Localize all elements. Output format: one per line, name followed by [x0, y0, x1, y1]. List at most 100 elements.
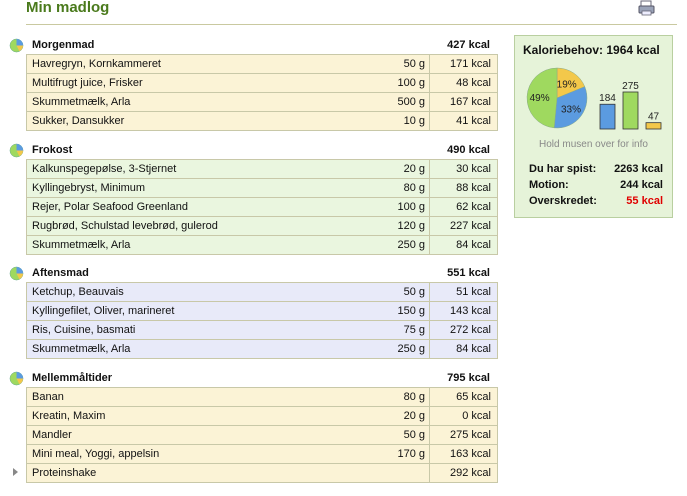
food-row[interactable]: Havregryn, Kornkammeret 50 g 171 kcal — [27, 55, 497, 74]
food-row[interactable]: Proteinshake 292 kcal — [13, 464, 497, 483]
food-kcal: 84 kcal — [456, 343, 491, 355]
food-name: Sukker, Dansukker — [32, 115, 125, 127]
column-divider — [429, 179, 430, 197]
exercise-label: Motion: — [529, 179, 569, 191]
calorie-bar-chart[interactable]: 184 275 47 — [595, 74, 665, 132]
calorie-need-title: Kaloriebehov: 1964 kcal — [523, 43, 660, 57]
food-name: Ris, Cuisine, basmati — [32, 324, 136, 336]
food-row[interactable]: Rugbrød, Schulstad levebrød, gulerod 120 … — [27, 217, 497, 236]
exceeded-value: 55 kcal — [626, 195, 663, 207]
food-kcal: 30 kcal — [456, 163, 491, 175]
column-divider — [429, 236, 430, 254]
column-divider — [429, 407, 430, 425]
food-row[interactable]: Kyllingebryst, Minimum 80 g 88 kcal — [27, 179, 497, 198]
food-row[interactable]: Ris, Cuisine, basmati 75 g 272 kcal — [27, 321, 497, 340]
food-name: Havregryn, Kornkammeret — [32, 58, 161, 70]
food-amount: 50 g — [403, 286, 425, 298]
column-divider — [429, 464, 430, 482]
column-divider — [429, 340, 430, 358]
expand-arrow-icon[interactable] — [13, 468, 18, 476]
pie-label: 49% — [530, 93, 550, 104]
exceeded-label: Overskredet: — [529, 195, 597, 207]
meal-total: 551 kcal — [447, 267, 490, 279]
food-row[interactable]: Mandler 50 g 275 kcal — [27, 426, 497, 445]
column-divider — [429, 198, 430, 216]
food-amount: 75 g — [403, 324, 425, 336]
title-divider — [26, 24, 677, 25]
food-amount: 50 g — [403, 58, 425, 70]
food-kcal: 41 kcal — [456, 115, 491, 127]
food-amount: 80 g — [403, 182, 425, 194]
meal-items: Ketchup, Beauvais 50 g 51 kcal Kyllingefile… — [26, 282, 498, 359]
food-amount: 500 g — [397, 96, 425, 108]
food-amount: 10 g — [403, 115, 425, 127]
food-row[interactable]: Kalkunspegepølse, 3-Stjernet 20 g 30 kcal — [27, 160, 497, 179]
food-amount: 150 g — [397, 305, 425, 317]
food-name: Multifrugt juice, Frisker — [32, 77, 143, 89]
calorie-distribution-pie[interactable]: 19% 33% 49% — [525, 66, 589, 130]
food-name: Rugbrød, Schulstad levebrød, gulerod — [32, 220, 218, 232]
column-divider — [429, 74, 430, 92]
page-title: Min madlog — [26, 0, 110, 16]
food-amount: 120 g — [397, 220, 425, 232]
food-kcal: 48 kcal — [456, 77, 491, 89]
meal-header[interactable]: Frokost 490 kcal — [8, 142, 500, 159]
food-amount: 100 g — [397, 77, 425, 89]
meal-name: Aftensmad — [32, 267, 89, 279]
meal-header[interactable]: Mellemmåltider 795 kcal — [8, 370, 500, 387]
food-amount: 250 g — [397, 239, 425, 251]
eaten-value: 2263 kcal — [614, 163, 663, 175]
column-divider — [429, 217, 430, 235]
exercise-value: 244 kcal — [620, 179, 663, 191]
food-name: Rejer, Polar Seafood Greenland — [32, 201, 188, 213]
food-kcal: 84 kcal — [456, 239, 491, 251]
bar[interactable] — [599, 103, 616, 130]
meal-items: Banan 80 g 65 kcal Kreatin, Maxim 20 g 0 kcal… — [13, 387, 498, 483]
food-row[interactable]: Multifrugt juice, Frisker 100 g 48 kcal — [27, 74, 497, 93]
meal-items: Havregryn, Kornkammeret 50 g 171 kcal Multi… — [26, 54, 498, 131]
food-kcal: 167 kcal — [450, 96, 491, 108]
food-row[interactable]: Rejer, Polar Seafood Greenland 100 g 62 kc… — [27, 198, 497, 217]
food-row[interactable]: Kyllingefilet, Oliver, marineret 150 g 143… — [27, 302, 497, 321]
bar-label: 184 — [599, 93, 616, 104]
meal-header[interactable]: Aftensmad 551 kcal — [8, 265, 500, 282]
bar[interactable] — [622, 91, 639, 130]
food-name: Skummetmælk, Arla — [32, 239, 131, 251]
food-row[interactable]: Banan 80 g 65 kcal — [27, 388, 497, 407]
meal-section: Aftensmad 551 kcal Ketchup, Beauvais 50 g 51… — [8, 265, 500, 359]
meal-section: Mellemmåltider 795 kcal Banan 80 g 65 kcal Kr… — [8, 370, 500, 483]
food-name: Skummetmælk, Arla — [32, 343, 131, 355]
food-kcal: 143 kcal — [450, 305, 491, 317]
column-divider — [429, 283, 430, 301]
food-row[interactable]: Skummetmælk, Arla 250 g 84 kcal — [27, 236, 497, 255]
column-divider — [429, 302, 430, 320]
food-row[interactable]: Skummetmælk, Arla 500 g 167 kcal — [27, 93, 497, 112]
food-kcal: 292 kcal — [450, 467, 491, 479]
meal-items: Kalkunspegepølse, 3-Stjernet 20 g 30 kcal K… — [26, 159, 498, 255]
food-row[interactable]: Ketchup, Beauvais 50 g 51 kcal — [27, 283, 497, 302]
meal-header[interactable]: Morgenmad 427 kcal — [8, 37, 500, 54]
food-row[interactable]: Kreatin, Maxim 20 g 0 kcal — [27, 407, 497, 426]
food-kcal: 0 kcal — [462, 410, 491, 422]
food-name: Ketchup, Beauvais — [32, 286, 124, 298]
pie-label: 19% — [557, 80, 577, 91]
printer-icon[interactable] — [637, 0, 657, 16]
bar[interactable] — [645, 122, 662, 130]
meal-section: Morgenmad 427 kcal Havregryn, Kornkammeret… — [8, 37, 500, 131]
food-row[interactable]: Mini meal, Yoggi, appelsin 170 g 163 kcal — [27, 445, 497, 464]
food-kcal: 88 kcal — [456, 182, 491, 194]
column-divider — [429, 426, 430, 444]
food-name: Kalkunspegepølse, 3-Stjernet — [32, 163, 177, 175]
food-name: Kyllingebryst, Minimum — [32, 182, 146, 194]
column-divider — [429, 112, 430, 130]
food-row[interactable]: Skummetmælk, Arla 250 g 84 kcal — [27, 340, 497, 359]
bar-label: 47 — [648, 112, 660, 123]
eaten-label: Du har spist: — [529, 163, 597, 175]
food-row[interactable]: Sukker, Dansukker 10 g 41 kcal — [27, 112, 497, 131]
food-amount: 20 g — [403, 163, 425, 175]
meal-name: Mellemmåltider — [32, 372, 113, 384]
food-kcal: 171 kcal — [450, 58, 491, 70]
food-amount: 50 g — [403, 429, 425, 441]
food-kcal: 275 kcal — [450, 429, 491, 441]
meal-section: Frokost 490 kcal Kalkunspegepølse, 3-Stjer… — [8, 142, 500, 255]
